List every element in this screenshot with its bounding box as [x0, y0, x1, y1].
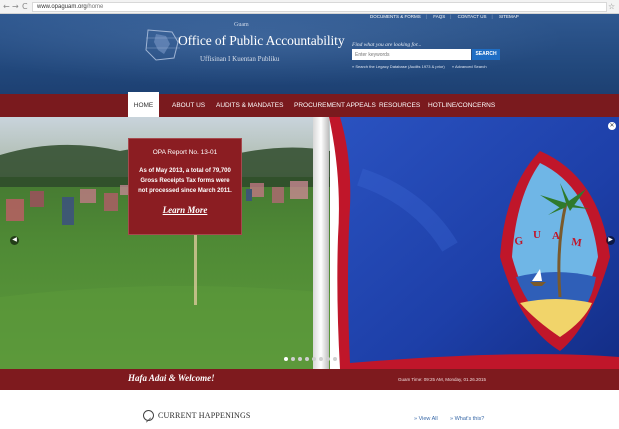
search-prompt: Find what you are looking for... — [352, 42, 422, 48]
learn-more-link[interactable]: Learn More — [163, 205, 208, 215]
top-link-faqs[interactable]: FAQS — [433, 14, 445, 19]
chevron-left-icon[interactable]: ◀ — [10, 236, 19, 245]
slide-dot[interactable] — [291, 357, 295, 361]
url-path: /home — [86, 4, 104, 10]
report-summary: As of May 2013, a total of 79,700 Gross … — [138, 168, 232, 194]
site-subtitle: Uffisinan I Kuentan Publiku — [200, 55, 280, 63]
main-navigation: HOME ABOUT US AUDITS & MANDATES PROCUREM… — [0, 92, 619, 117]
legacy-database-link[interactable]: » Search the Legacy Database (Audits 197… — [352, 64, 445, 69]
slide-dot[interactable] — [333, 357, 337, 361]
chevron-right-icon[interactable]: ▶ — [606, 236, 615, 245]
back-icon[interactable]: ← — [3, 2, 10, 12]
nav-item-about-us[interactable]: ABOUT US — [172, 94, 205, 117]
report-title: OPA Report No. 13-01 — [152, 149, 218, 156]
top-link-sitemap[interactable]: SITEMAP — [499, 14, 519, 19]
slide-dot[interactable] — [312, 357, 316, 361]
url-input[interactable]: www.opaguam.org/home — [32, 2, 607, 12]
browser-address-bar: ← → C www.opaguam.org/home ☆ — [0, 0, 619, 14]
nav-item-audits-mandates[interactable]: AUDITS & MANDATES — [216, 94, 283, 117]
top-link-contact[interactable]: CONTACT US — [458, 14, 487, 19]
view-all-link[interactable]: » View All — [414, 416, 438, 422]
reload-icon[interactable]: C — [22, 2, 28, 12]
advanced-search-link[interactable]: » Advanced Search — [452, 64, 487, 69]
site-title-link[interactable]: Office of Public Accountability — [178, 33, 345, 49]
search-links: » Search the Legacy Database (Audits 197… — [352, 64, 493, 69]
slide-dot[interactable] — [326, 357, 330, 361]
header-guam-label: Guam — [234, 22, 249, 28]
nav-item-hotline-concerns[interactable]: HOTLINE/CONCERNS — [428, 94, 495, 117]
featured-report-box: OPA Report No. 13-01 As of May 2013, a t… — [128, 138, 242, 235]
welcome-message: Hafa Adai & Welcome! — [128, 373, 215, 383]
flag-letter-a: A — [552, 230, 560, 242]
site-header — [0, 14, 619, 94]
forward-icon[interactable]: → — [12, 2, 19, 12]
nav-item-home[interactable]: HOME — [128, 92, 159, 117]
utility-links: DOCUMENTS & FORMS | FAQS | CONTACT US | SIT… — [370, 14, 519, 19]
hero-slideshow: G U A M — [0, 117, 619, 369]
pen-icon — [143, 410, 154, 423]
slide-dot[interactable] — [319, 357, 323, 361]
nav-item-procurement-appeals[interactable]: PROCUREMENT APPEALS — [294, 94, 376, 117]
slide-dot[interactable] — [298, 357, 302, 361]
nav-item-resources[interactable]: RESOURCES — [379, 94, 420, 117]
close-icon[interactable]: ✕ — [608, 122, 616, 130]
current-happenings-title: CURRENT HAPPENINGS — [158, 411, 251, 420]
whats-this-link[interactable]: » What's this? — [450, 416, 484, 422]
search-button[interactable]: SEARCH — [472, 49, 500, 60]
hero-image: G U A M — [0, 117, 619, 369]
guam-island-seal-icon — [145, 29, 180, 61]
slide-dot[interactable] — [284, 357, 288, 361]
bookmark-star-icon[interactable]: ☆ — [608, 2, 615, 12]
flag-letter-u: U — [533, 229, 541, 241]
top-link-documents[interactable]: DOCUMENTS & FORMS — [370, 14, 421, 19]
url-domain: www.opaguam.org — [37, 4, 87, 10]
search-input[interactable] — [352, 49, 471, 60]
welcome-bar — [0, 369, 619, 390]
guam-time: Guam Time: 09:25 AM, Monday, 01.26.2015 — [398, 377, 486, 382]
slide-dot[interactable] — [305, 357, 309, 361]
